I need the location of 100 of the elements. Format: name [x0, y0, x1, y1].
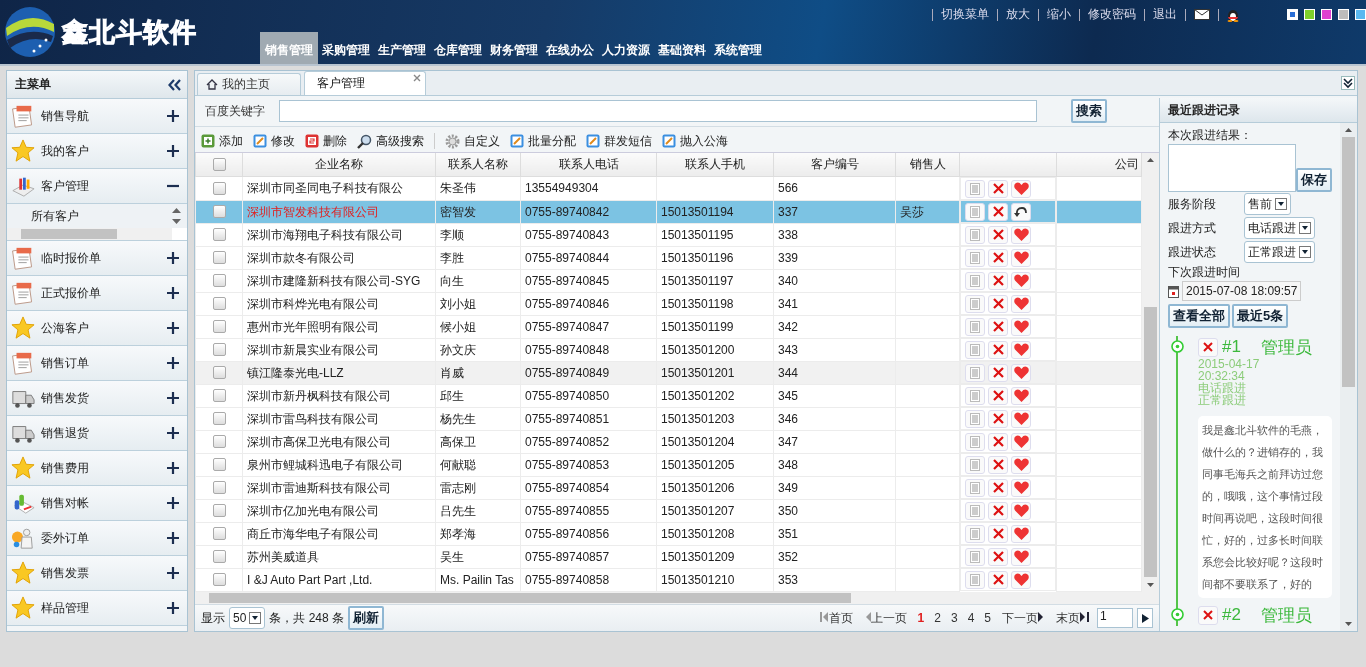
sidebar-item[interactable]: 销售发货	[7, 381, 187, 416]
table-row[interactable]: 镇江隆泰光电-LLZ 肖威 0755-89740849 15013501201 344	[195, 361, 1142, 384]
delete-button[interactable]	[988, 317, 1008, 336]
favorite-button[interactable]	[1011, 547, 1031, 566]
plus-icon[interactable]	[167, 497, 179, 509]
sidebar-item[interactable]: 临时报价单	[7, 241, 187, 276]
penguin-icon[interactable]	[1227, 7, 1239, 22]
row-checkbox[interactable]	[212, 205, 226, 218]
sidebar-item[interactable]: 委外订单	[7, 521, 187, 556]
favorite-button[interactable]	[1011, 179, 1031, 198]
search-button[interactable]: 搜索	[1071, 99, 1107, 123]
row-checkbox[interactable]	[212, 573, 226, 586]
next-page-link[interactable]: 下一页	[1002, 609, 1044, 627]
delete-button[interactable]	[988, 455, 1008, 474]
favorite-button[interactable]	[1011, 524, 1031, 543]
table-row[interactable]: 深圳市雷鸟科技有限公司 杨先生 0755-89740851 15013501203 346	[195, 407, 1142, 430]
toolbar-button[interactable]: 高级搜索	[357, 132, 424, 150]
favorite-button[interactable]	[1011, 294, 1031, 313]
table-row[interactable]: 惠州市光年照明有限公司 候小姐 0755-89740847 15013501199 342	[195, 315, 1142, 338]
plus-icon[interactable]	[167, 427, 179, 439]
favorite-button[interactable]	[1011, 340, 1031, 359]
table-row[interactable]: 泉州市鲤城科迅电子有限公司 何献聪 0755-89740853 15013501205 348	[195, 453, 1142, 476]
sidebar-item[interactable]: 我的客户	[7, 134, 187, 169]
dropdown-select[interactable]: 售前	[1244, 193, 1291, 215]
toolbar-button[interactable]: 批量分配	[510, 132, 576, 150]
vertical-scrollbar[interactable]	[1340, 123, 1357, 631]
sidebar-item[interactable]: 客户管理	[7, 169, 187, 204]
delete-button[interactable]	[988, 547, 1008, 566]
table-row[interactable]: 深圳市建隆新科技有限公司-SYG 向生 0755-89740845 15013501197 340	[195, 269, 1142, 292]
save-button[interactable]: 保存	[1296, 168, 1332, 192]
previous-page-link[interactable]: 上一页	[864, 609, 907, 627]
follow-up-result-field[interactable]	[1168, 144, 1296, 192]
delete-button[interactable]	[988, 248, 1008, 267]
header-link[interactable]: 修改密码	[1088, 6, 1136, 23]
calendar-icon[interactable]	[1168, 284, 1179, 298]
nav-tab[interactable]: 采购管理	[318, 32, 374, 64]
dropdown-select[interactable]: 电话跟进	[1244, 217, 1315, 239]
theme-swatch[interactable]	[1355, 9, 1366, 20]
delete-button[interactable]	[988, 202, 1008, 221]
horizontal-scrollbar[interactable]	[7, 228, 172, 240]
table-row[interactable]: 深圳市智发科技有限公司 密智发 0755-89740842 15013501194 337 吴莎	[195, 200, 1142, 223]
plus-icon[interactable]	[167, 322, 179, 334]
column-header[interactable]: 联系人电话	[520, 153, 657, 177]
nav-tab[interactable]: 仓库管理	[430, 32, 486, 64]
sidebar-item[interactable]: 公海客户	[7, 311, 187, 346]
toolbar-button[interactable]: 删除	[305, 132, 347, 150]
sidebar-item[interactable]: 销售退货	[7, 416, 187, 451]
favorite-button[interactable]	[1011, 409, 1031, 428]
header-link[interactable]: 切换菜单	[941, 6, 989, 23]
table-row[interactable]: 商丘市海华电子有限公司 郑孝海 0755-89740856 15013501208 351	[195, 522, 1142, 545]
table-row[interactable]: 深圳市亿加光电有限公司 吕先生 0755-89740855 15013501207 350	[195, 499, 1142, 522]
favorite-button[interactable]	[1011, 501, 1031, 520]
row-checkbox[interactable]	[212, 297, 226, 310]
recent-button[interactable]: 最近5条	[1232, 304, 1289, 328]
mail-icon[interactable]	[1194, 9, 1210, 20]
plus-icon[interactable]	[167, 145, 179, 157]
row-checkbox[interactable]	[212, 366, 226, 379]
row-checkbox[interactable]	[212, 343, 226, 356]
theme-swatch[interactable]	[1304, 9, 1315, 20]
table-row[interactable]: 深圳市新晨实业有限公司 孙文庆 0755-89740848 15013501200 343	[195, 338, 1142, 361]
vertical-scrollbar[interactable]	[1142, 153, 1159, 592]
toolbar-button[interactable]: 抛入公海	[662, 132, 728, 150]
theme-swatch[interactable]	[1338, 9, 1349, 20]
column-header[interactable]: 联系人名称	[435, 153, 521, 177]
delete-button[interactable]	[988, 363, 1008, 382]
go-button[interactable]	[1137, 608, 1153, 628]
plus-icon[interactable]	[167, 462, 179, 474]
delete-button[interactable]	[988, 432, 1008, 451]
last-page-link[interactable]: 末页	[1056, 609, 1089, 627]
delete-button[interactable]	[988, 409, 1008, 428]
delete-button[interactable]	[988, 294, 1008, 313]
plus-icon[interactable]	[167, 287, 179, 299]
delete-button[interactable]	[988, 340, 1008, 359]
horizontal-scrollbar[interactable]	[195, 592, 1159, 604]
close-icon[interactable]	[413, 74, 421, 82]
favorite-button[interactable]	[1011, 225, 1031, 244]
row-checkbox[interactable]	[212, 228, 226, 241]
plus-icon[interactable]	[167, 110, 179, 122]
theme-swatch[interactable]	[1287, 9, 1298, 20]
nav-tab[interactable]: 系统管理	[710, 32, 766, 64]
toolbar-button[interactable]: 添加	[201, 132, 243, 150]
sidebar-item[interactable]: 销售导航	[7, 99, 187, 134]
table-row[interactable]: I &J Auto Part Part ,Ltd. Ms. Pailin Tas 0755-89740858 15013501210 353	[195, 568, 1142, 591]
favorite-button[interactable]	[1011, 363, 1031, 382]
sidebar-item[interactable]: 销售发票	[7, 556, 187, 591]
toolbar-button[interactable]: 群发短信	[586, 132, 652, 150]
toolbar-button[interactable]: 自定义	[445, 132, 500, 150]
delete-button[interactable]	[988, 501, 1008, 520]
plus-icon[interactable]	[167, 602, 179, 614]
view-all-button[interactable]: 查看全部	[1168, 304, 1230, 328]
favorite-button[interactable]	[1011, 570, 1031, 589]
header-link[interactable]: 缩小	[1047, 6, 1071, 23]
row-checkbox[interactable]	[212, 389, 226, 402]
collapse-icon[interactable]	[168, 78, 181, 91]
theme-swatch[interactable]	[1321, 9, 1332, 20]
plus-icon[interactable]	[167, 532, 179, 544]
dropdown-select[interactable]: 正常跟进	[1244, 241, 1315, 263]
favorite-button[interactable]	[1011, 432, 1031, 451]
first-page-link[interactable]: 首页	[819, 609, 853, 627]
delete-button[interactable]	[988, 386, 1008, 405]
